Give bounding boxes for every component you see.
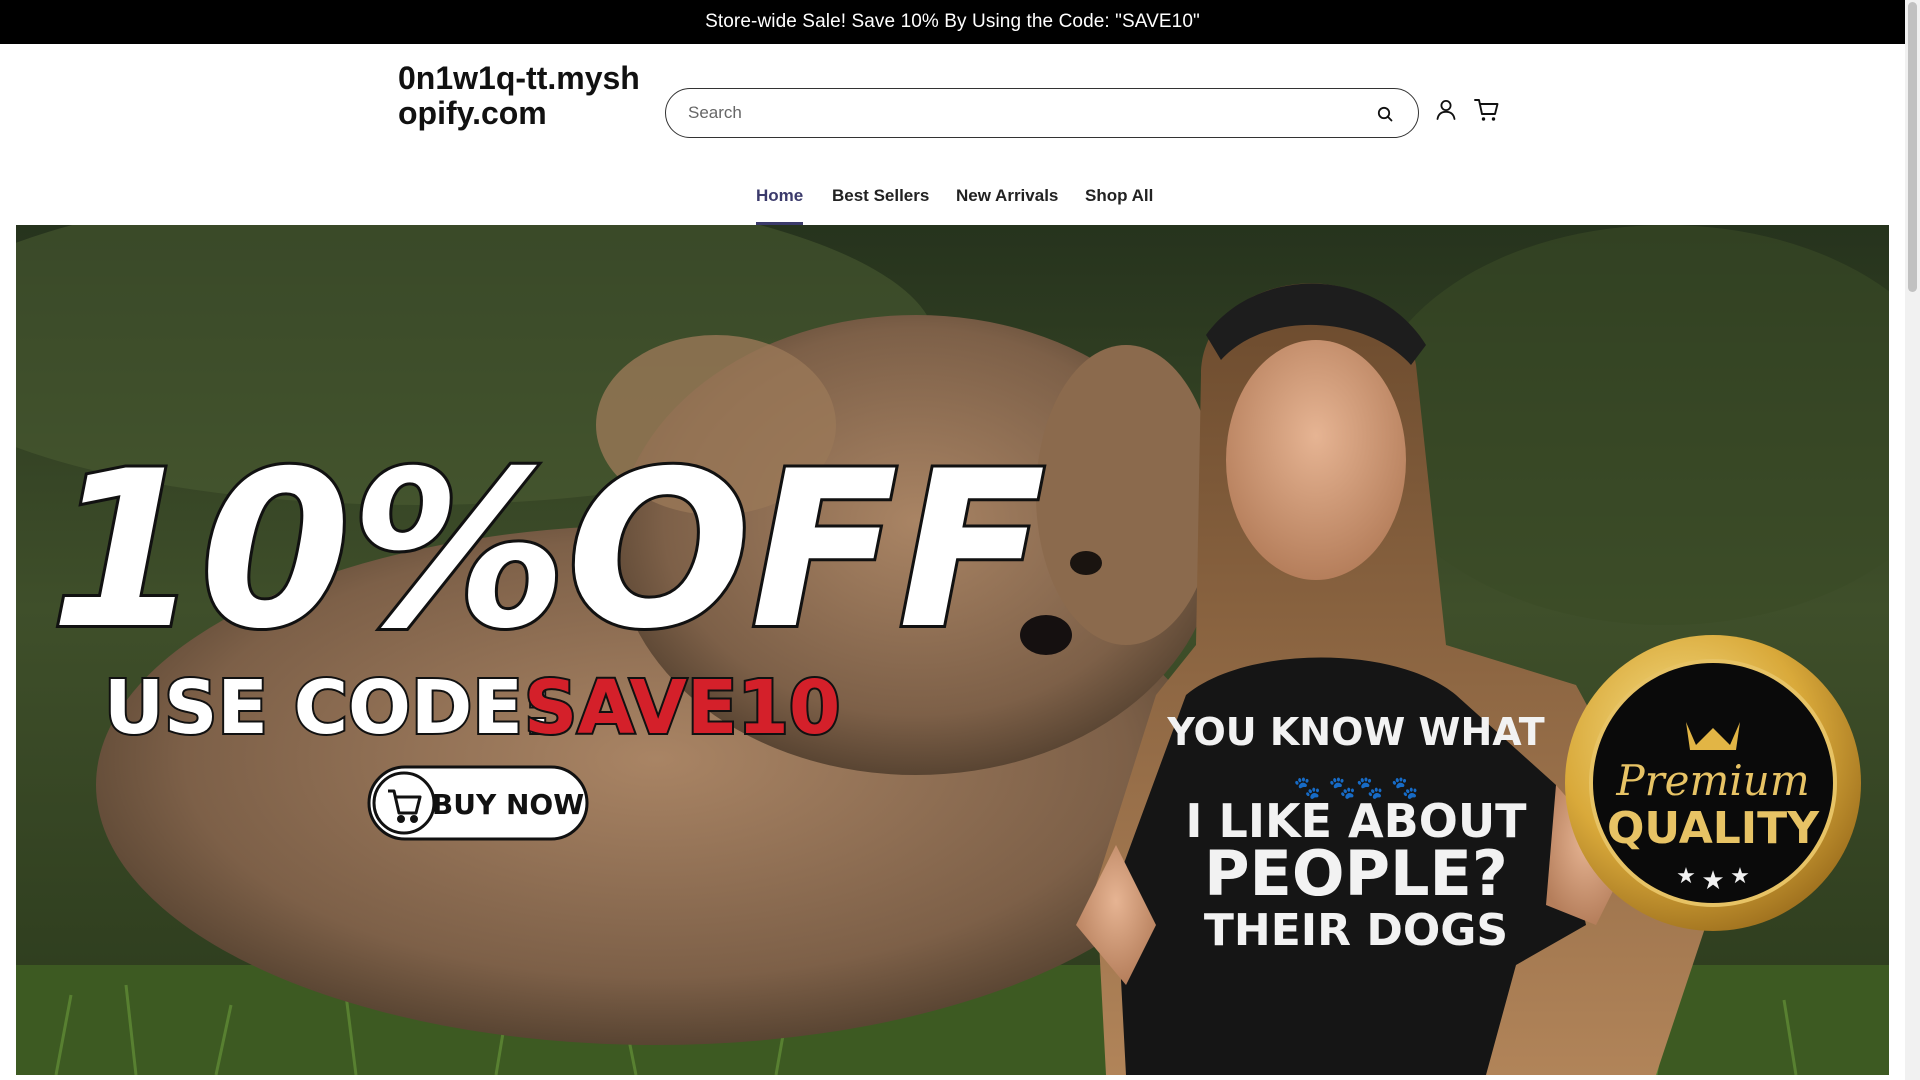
shirt-text-line1: YOU KNOW WHAT (1166, 710, 1544, 754)
scrollbar-thumb[interactable] (1908, 2, 1917, 292)
store-logo[interactable]: 0n1w1q-tt.myshopify.com (398, 61, 643, 131)
premium-quality-badge: Premium QUALITY ★ ★ ★ (1565, 635, 1861, 931)
badge-quality: QUALITY (1607, 803, 1820, 854)
nav-label: New Arrivals (956, 186, 1059, 205)
hero-image: YOU KNOW WHAT 🐾 🐾🐾 🐾 I LIKE ABOUT PEOPLE… (16, 225, 1889, 1075)
nav-item-home[interactable]: Home (756, 186, 804, 225)
nav-label: Home (756, 186, 804, 205)
hero-headline: 10%OFF (50, 425, 1046, 676)
hero-code: SAVE10 (524, 665, 840, 751)
hero-code-prefix: USE CODE: (104, 665, 552, 751)
announcement-bar: Store-wide Sale! Save 10% By Using the C… (0, 0, 1905, 44)
nav-item-new-arrivals[interactable]: New Arrivals (956, 186, 1058, 225)
cart-button[interactable] (1473, 96, 1501, 124)
svg-text:★: ★ (1701, 865, 1724, 895)
svg-text:★: ★ (1676, 863, 1696, 888)
nav-item-shop-all[interactable]: Shop All (1085, 186, 1153, 225)
account-button[interactable] (1433, 97, 1459, 123)
nav-label: Shop All (1085, 186, 1154, 205)
announcement-text: Store-wide Sale! Save 10% By Using the C… (705, 11, 1200, 32)
site-header: 0n1w1q-tt.myshopify.com Home Best Selle (0, 44, 1905, 225)
nav-item-best-sellers[interactable]: Best Sellers (832, 186, 929, 225)
svg-text:★: ★ (1730, 863, 1750, 888)
buy-now-label: BUY NOW (432, 788, 584, 821)
buy-now-button[interactable]: BUY NOW (367, 765, 589, 841)
shirt-text-line3: PEOPLE? (1204, 837, 1508, 910)
badge-premium: Premium (1615, 756, 1809, 805)
search-input[interactable] (688, 89, 1338, 137)
search-bar (665, 88, 1419, 138)
search-icon (1377, 106, 1393, 122)
main-nav: Home Best Sellers New Arrivals Shop All (0, 186, 1905, 225)
account-icon (1436, 100, 1456, 120)
nav-label: Best Sellers (832, 186, 930, 205)
search-button[interactable] (1375, 104, 1395, 124)
hero-banner[interactable]: YOU KNOW WHAT 🐾 🐾🐾 🐾 I LIKE ABOUT PEOPLE… (16, 225, 1889, 1075)
shirt-text-line4: THEIR DOGS (1204, 905, 1508, 956)
cart-icon (1474, 99, 1499, 121)
